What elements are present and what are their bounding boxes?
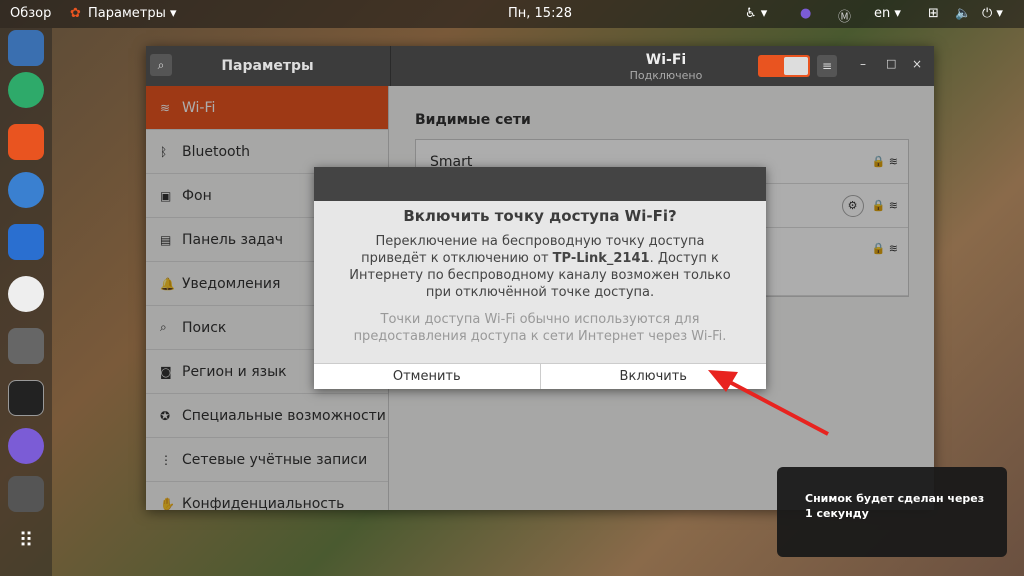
screenshot-notification: Снимок будет сделан через 1 секунду — [777, 467, 1007, 557]
